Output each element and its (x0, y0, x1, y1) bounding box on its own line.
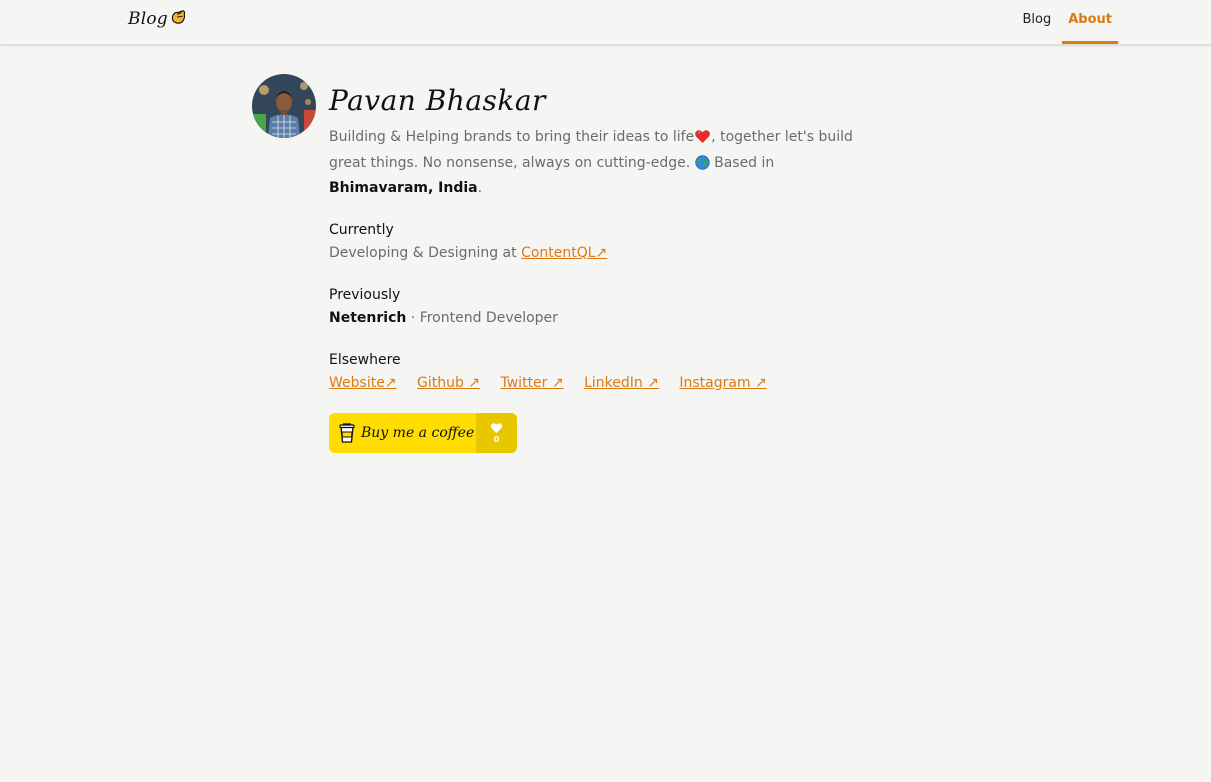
nav-blog[interactable]: Blog (1016, 0, 1057, 44)
currently-body: Developing & Designing at ContentQL↗ (329, 241, 889, 265)
previous-role: · Frontend Developer (406, 309, 558, 326)
previously-section: Previously Netenrich · Frontend Develope… (329, 284, 889, 330)
previously-body: Netenrich · Frontend Developer (329, 306, 889, 330)
elsewhere-title: Elsewhere (329, 351, 401, 368)
about-content: Pavan Bhaskar Building & Helping brands … (329, 82, 889, 453)
logo-text: Blog (128, 9, 168, 29)
currently-title: Currently (329, 221, 394, 238)
instagram-link[interactable]: Instagram ↗ (679, 375, 766, 391)
bio-text-1: Building & Helping brands to bring their… (329, 129, 695, 145)
twitter-link[interactable]: Twitter ↗ (501, 375, 564, 391)
bmc-main[interactable]: Buy me a coffee (329, 413, 476, 453)
heart-emoji-icon (694, 129, 711, 152)
globe-emoji-icon (695, 154, 710, 178)
logo-hand-icon (171, 10, 185, 24)
main-nav: Blog About (1011, 0, 1118, 44)
coffee-cup-icon (339, 422, 355, 443)
elsewhere-section: Elsewhere Website↗ Github ↗ Twitter ↗ Li… (329, 349, 889, 395)
elsewhere-links: Website↗ Github ↗ Twitter ↗ LinkedIn ↗ I… (329, 371, 889, 395)
avatar (252, 74, 316, 138)
logo-link[interactable]: Blog (128, 9, 187, 29)
previously-title: Previously (329, 286, 401, 303)
profile-bio: Building & Helping brands to bring their… (329, 126, 869, 200)
bio-end: . (477, 180, 483, 196)
bmc-count: 0 (493, 434, 500, 444)
profile-name: Pavan Bhaskar (329, 84, 546, 117)
currently-section: Currently Developing & Designing at Cont… (329, 219, 889, 265)
contentql-link[interactable]: ContentQL↗ (521, 245, 607, 261)
buy-me-a-coffee-button[interactable]: Buy me a coffee 0 (329, 412, 517, 453)
profile-location: Bhimavaram, India (329, 180, 478, 196)
website-link[interactable]: Website↗ (329, 375, 397, 391)
avatar-photo (252, 74, 316, 138)
github-link[interactable]: Github ↗ (417, 375, 480, 391)
linkedin-link[interactable]: LinkedIn ↗ (584, 375, 659, 391)
heart-icon (490, 422, 503, 433)
previous-company: Netenrich (329, 309, 407, 326)
bmc-like[interactable]: 0 (476, 412, 517, 453)
bmc-label: Buy me a coffee (361, 424, 475, 441)
nav-about[interactable]: About (1062, 0, 1118, 44)
bio-text-3: Based in (709, 154, 775, 171)
site-header: Blog Blog About (0, 0, 1211, 45)
currently-text: Developing & Designing at (329, 244, 522, 261)
